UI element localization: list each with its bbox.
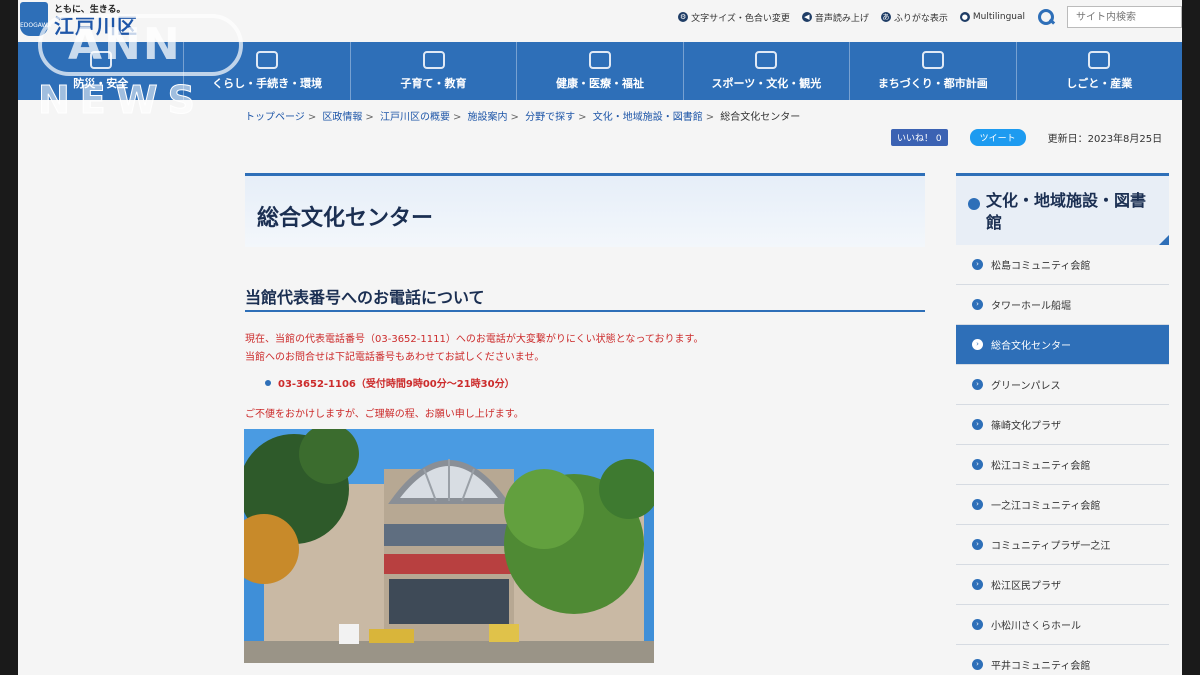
chevron-right-icon: › [972,539,983,550]
page-title: 総合文化センター [257,206,434,231]
chevron-right-icon: › [972,379,983,390]
furigana-link[interactable]: あ ふりがな表示 [880,11,948,24]
chevron-right-icon: › [972,619,983,630]
sidebar-item[interactable]: › コミュニティプラザ一之江 [956,525,1169,565]
breadcrumb-link[interactable]: トップページ [245,112,305,123]
sidebar-item[interactable]: › 松江コミュニティ会館 [956,445,1169,485]
medical-bag-icon [588,51,611,69]
nav-childcare-education[interactable]: 子育て・教育 [351,42,518,100]
social-bar: いいね！ 0 ツイート 更新日：2023年8月25日 [891,129,1162,146]
search-input[interactable] [1067,6,1182,28]
sidebar-item-active[interactable]: › 総合文化センター [956,325,1169,365]
shoe-icon [755,51,778,69]
site-logo[interactable]: EDOGAWA ともに、生きる。 江戸川区 [20,2,138,37]
multilingual-link[interactable]: ● Multilingual [959,12,1025,22]
search-icon[interactable] [1037,8,1055,26]
sidebar-item[interactable]: › 平井コミュニティ会館 [956,645,1169,675]
sidebar-item[interactable]: › 小松川さくらホール [956,605,1169,645]
furigana-icon: あ [880,12,891,22]
facebook-like-button[interactable]: いいね！ 0 [891,129,948,146]
building-photo [244,429,654,663]
chevron-right-icon: › [972,499,983,510]
sidebar-item[interactable]: › 松島コミュニティ会館 [956,245,1169,285]
page-title-box: 総合文化センター [245,173,925,247]
global-nav: 防災・安全 くらし・手続き・環境 子育て・教育 健康・医療・福祉 スポーツ・文化… [18,42,1182,100]
read-aloud-link[interactable]: ◀ 音声読み上げ [801,11,869,24]
breadcrumb-link[interactable]: 区政情報 [322,112,362,123]
sidebar-item[interactable]: › タワーホール船堀 [956,285,1169,325]
chevron-right-icon: › [972,419,983,430]
chevron-right-icon: › [972,299,983,310]
utility-tools: ⚙ 文字サイズ・色合い変更 ◀ 音声読み上げ あ ふりがな表示 ● Multil… [678,6,1182,28]
phone-item: 03-3652-1106（受付時間9時00分～21時30分） [265,375,515,390]
nav-town-planning[interactable]: まちづくり・都市計画 [850,42,1017,100]
breadcrumb-link[interactable]: 施設案内 [468,112,508,123]
breadcrumb-current: 総合文化センター [720,112,801,123]
nav-health-welfare[interactable]: 健康・医療・福祉 [517,42,684,100]
edogawa-emblem-icon: EDOGAWA [20,2,51,36]
sidebar-item[interactable]: › グリーンパレス [956,365,1169,405]
chevron-right-icon: › [972,579,983,590]
sidebar-nav: 文化・地域施設・図書館 › 松島コミュニティ会館 › タワーホール船堀 › 総合文化セ… [956,173,1169,675]
site-header: EDOGAWA ともに、生きる。 江戸川区 ⚙ 文字サイズ・色合い変更 ◀ 音声… [18,0,1182,42]
city-icon [921,51,944,69]
nav-sports-culture[interactable]: スポーツ・文化・観光 [684,42,851,100]
sidebar-item[interactable]: › 篠崎文化プラザ [956,405,1169,445]
font-size-color-link[interactable]: ⚙ 文字サイズ・色合い変更 [678,11,790,24]
updated-date: 更新日：2023年8月25日 [1047,134,1163,145]
phone-number: 03-3652-1106（受付時間9時00分～21時30分） [278,379,515,390]
gear-icon: ⚙ [678,12,689,22]
shield-icon [89,51,112,69]
bullet-icon [968,198,980,210]
nav-living-procedures[interactable]: くらし・手続き・環境 [184,42,351,100]
breadcrumb: トップページ > 区政情報 > 江戸川区の概要 > 施設案内 > 分野で探す > 文化・地… [245,112,801,123]
site-name: 江戸川区 [54,14,138,38]
child-face-icon [422,51,445,69]
nav-work-industry[interactable]: しごと・産業 [1017,42,1182,100]
nav-disaster-safety[interactable]: 防災・安全 [18,42,185,100]
sidebar-heading: 文化・地域施設・図書館 [956,173,1169,245]
sidebar-item[interactable]: › 一之江コミュニティ会館 [956,485,1169,525]
apology-text: ご不便をおかけしますが、ご理解の程、お願い申し上げます。 [245,409,524,420]
family-icon [256,51,279,69]
section-heading: 当館代表番号へのお電話について [245,284,925,312]
sidebar-item[interactable]: › 松江区民プラザ [956,565,1169,605]
breadcrumb-link[interactable]: 江戸川区の概要 [380,112,450,123]
chevron-right-icon: › [972,339,983,350]
speaker-icon: ◀ [801,12,812,22]
chevron-right-icon: › [972,459,983,470]
chevron-right-icon: › [972,259,983,270]
browser-screen: EDOGAWA ともに、生きる。 江戸川区 ⚙ 文字サイズ・色合い変更 ◀ 音声… [18,0,1182,675]
notice-line-1: 現在、当館の代表電話番号（03-3652-1111）へのお電話が大変繋がりにくい… [245,334,704,345]
chevron-right-icon: › [972,659,983,670]
breadcrumb-link[interactable]: 文化・地域施設・図書館 [593,112,703,123]
breadcrumb-link[interactable]: 分野で探す [525,112,575,123]
corner-triangle-icon [1159,235,1169,245]
globe-icon: ● [959,12,970,22]
tweet-button[interactable]: ツイート [969,129,1026,146]
notice-line-2: 当館へのお問合せは下記電話番号もあわせてお試しくださいませ。 [245,352,545,363]
section-title: 当館代表番号へのお電話について [245,288,485,307]
building-icon [1088,51,1111,69]
bullet-icon [265,379,271,386]
